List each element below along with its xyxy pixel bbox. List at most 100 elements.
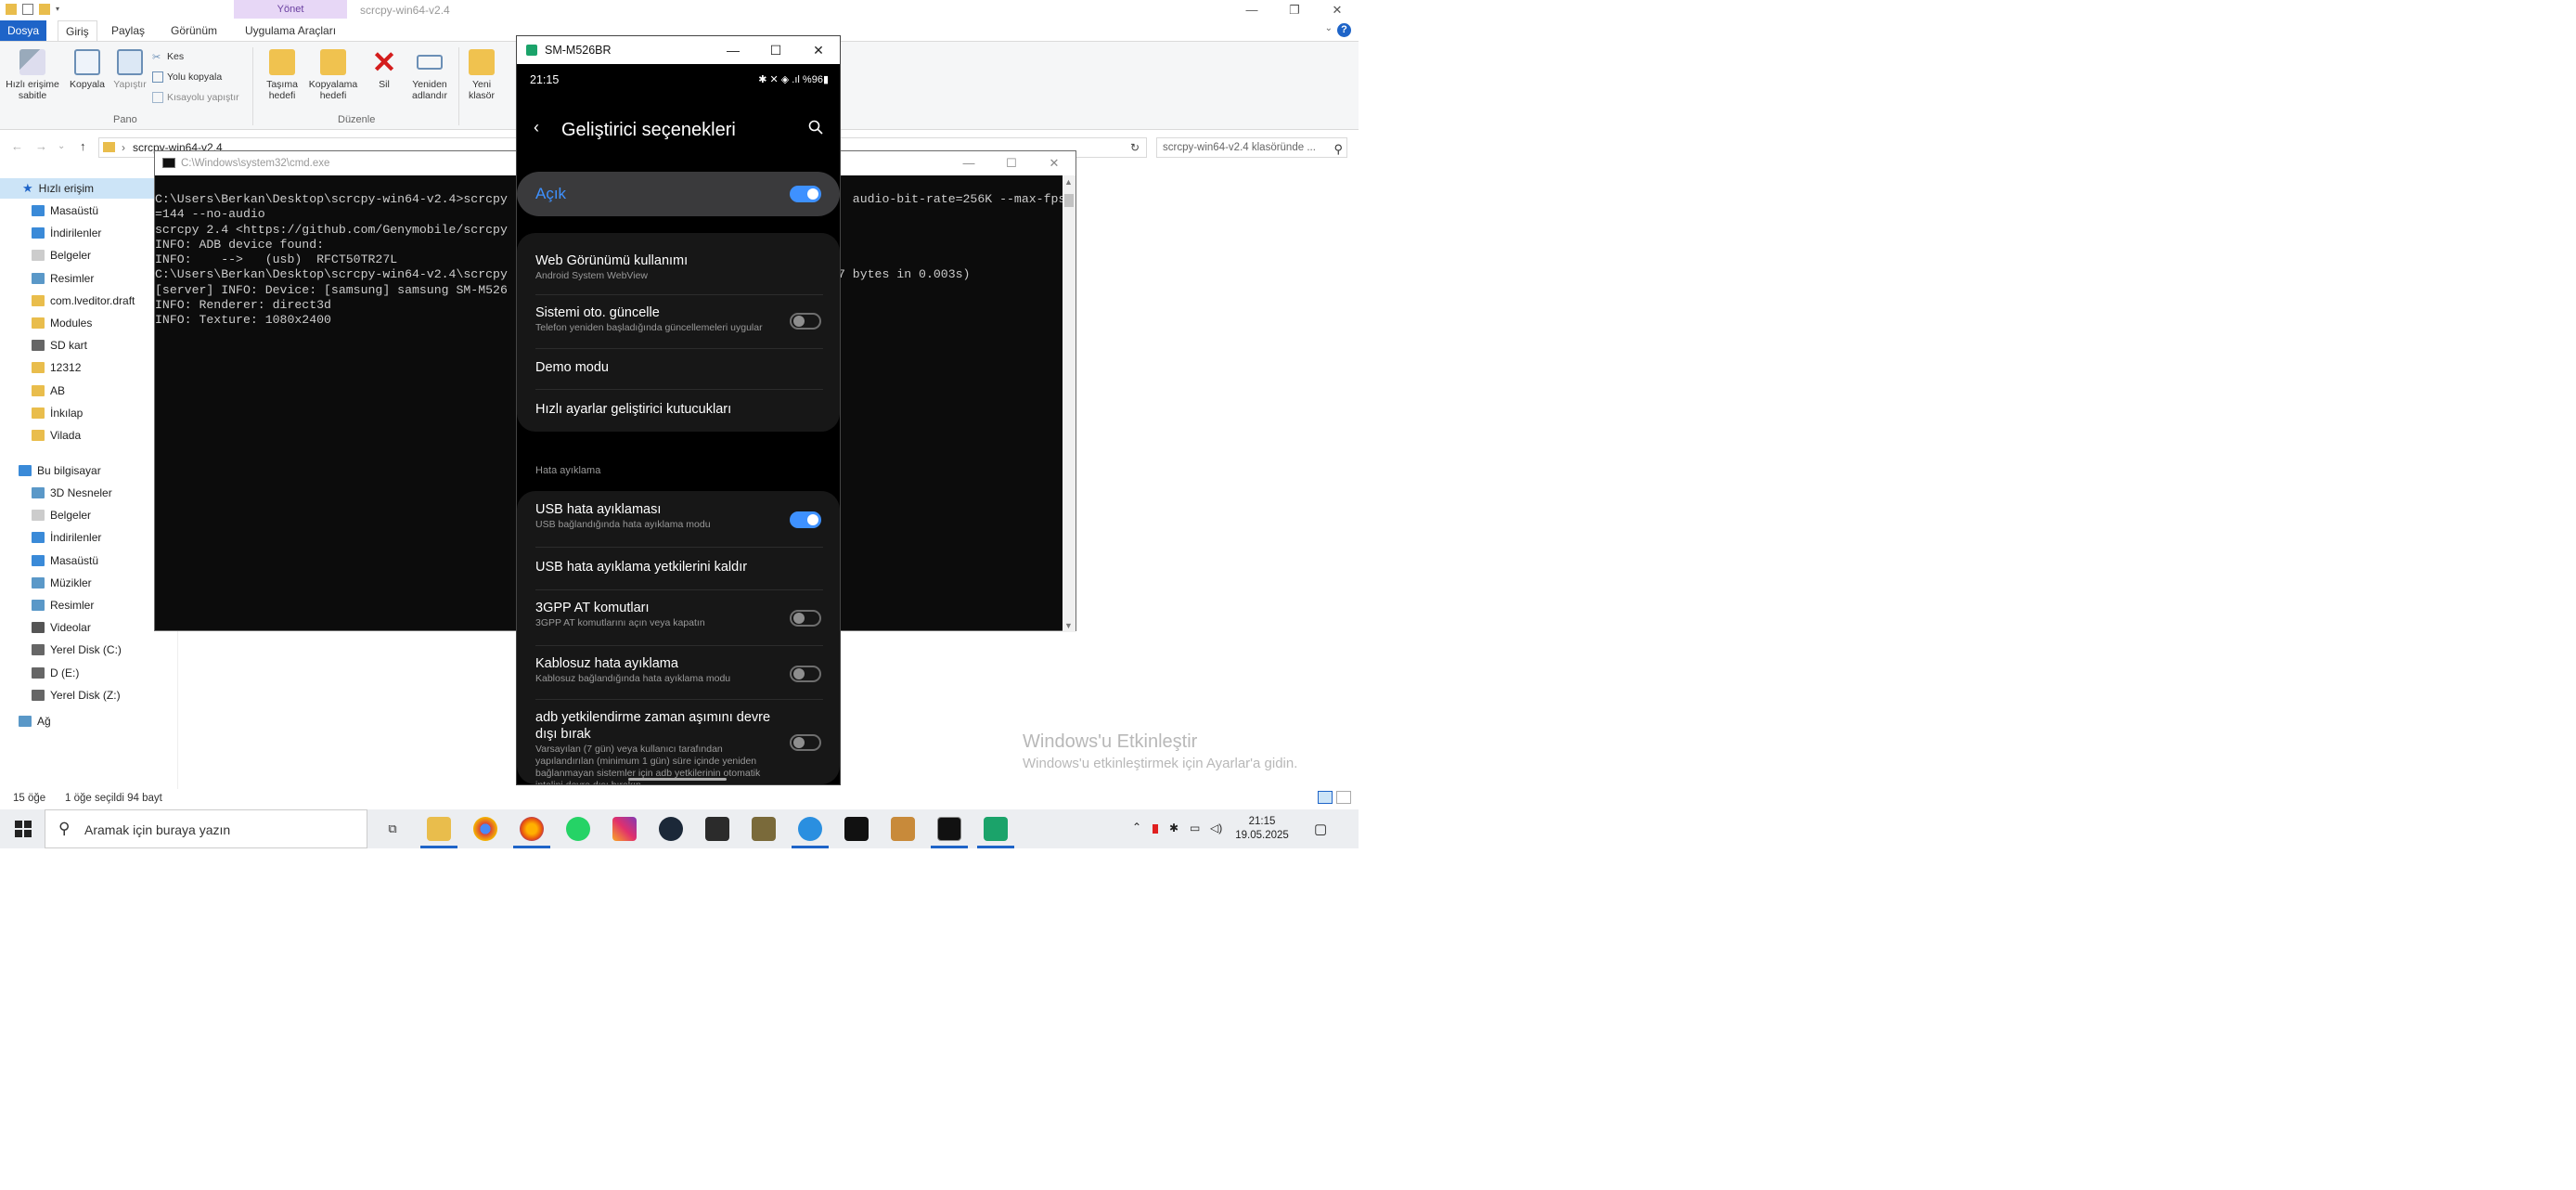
- copy-button[interactable]: Kopyala: [65, 49, 109, 90]
- copy-path-button[interactable]: Yolu kopyala: [152, 71, 222, 83]
- toggle-switch[interactable]: [790, 313, 821, 330]
- settings-row[interactable]: Kablosuz hata ayıklama Kablosuz bağlandığ…: [517, 645, 840, 699]
- settings-row[interactable]: Web Görünümü kullanımı Android System Web…: [517, 242, 840, 294]
- network-icon[interactable]: ▭: [1190, 821, 1200, 834]
- app-icon[interactable]: [798, 817, 822, 841]
- rename-button[interactable]: Yeniden adlandır: [405, 49, 455, 101]
- nav-quick-item[interactable]: Vilada: [32, 425, 81, 446]
- terminal-icon[interactable]: [937, 817, 961, 841]
- up-arrow-icon[interactable]: ↑: [80, 139, 86, 153]
- gesture-bar[interactable]: [628, 778, 727, 781]
- nav-quick-item[interactable]: com.lveditor.draft: [32, 291, 135, 311]
- chevron-down-icon[interactable]: ⌄: [1325, 23, 1333, 33]
- tab-share[interactable]: Paylaş: [104, 20, 152, 41]
- firefox-icon[interactable]: [520, 817, 544, 841]
- minimize-button[interactable]: —: [947, 151, 990, 175]
- notification-icon[interactable]: ▢: [1314, 821, 1327, 837]
- nav-this-pc[interactable]: Bu bilgisayar: [19, 460, 101, 481]
- nav-quick-item[interactable]: SD kart: [32, 335, 87, 356]
- settings-row[interactable]: Hızlı ayarlar geliştirici kutucukları: [517, 389, 840, 432]
- file-explorer-icon[interactable]: [427, 817, 451, 841]
- nav-quick-item[interactable]: Belgeler: [32, 245, 91, 265]
- nav-pc-item[interactable]: Müzikler: [32, 573, 92, 593]
- windows-start-icon[interactable]: [15, 821, 32, 837]
- cut-button[interactable]: ✂ Kes: [152, 51, 184, 63]
- new-folder-icon[interactable]: [39, 4, 50, 15]
- paste-button[interactable]: Yapıştır: [109, 49, 150, 90]
- game-launcher-icon[interactable]: [705, 817, 729, 841]
- nav-pc-item[interactable]: Videolar: [32, 617, 91, 638]
- scrcpy-window[interactable]: SM-M526BR — ☐ ✕ 21:15 ✱ ✕ ◈ .ıl %96▮ ‹ G…: [516, 35, 841, 785]
- volume-icon[interactable]: ◁): [1210, 821, 1222, 834]
- delete-button[interactable]: ✕ Sil: [364, 47, 405, 90]
- copy-to-button[interactable]: Kopyalama hedefi: [306, 49, 360, 101]
- nav-pc-item[interactable]: 3D Nesneler: [32, 483, 112, 503]
- photo-app-icon[interactable]: [891, 817, 915, 841]
- taskbar-search-input[interactable]: ⚲ Aramak için buraya yazın: [45, 809, 367, 848]
- scroll-up-icon[interactable]: ▲: [1064, 177, 1073, 187]
- tab-manage[interactable]: Yönet: [234, 0, 347, 19]
- search-input[interactable]: scrcpy-win64-v2.4 klasöründe ... ⚲: [1156, 137, 1347, 158]
- refresh-icon[interactable]: ↻: [1130, 141, 1140, 154]
- nav-pc-item[interactable]: Belgeler: [32, 505, 91, 525]
- whatsapp-icon[interactable]: [566, 817, 590, 841]
- properties-icon[interactable]: [22, 4, 33, 15]
- help-icon[interactable]: ?: [1337, 23, 1351, 37]
- nav-pc-item[interactable]: Yerel Disk (Z:): [32, 685, 121, 705]
- nav-quick-item[interactable]: Masaüstü: [32, 200, 98, 221]
- developer-options-master-switch[interactable]: Açık: [517, 172, 840, 216]
- new-folder-button[interactable]: Yeni klasör: [462, 49, 501, 101]
- back-arrow-icon[interactable]: ←: [11, 139, 23, 153]
- maximize-button[interactable]: ☐: [990, 151, 1033, 175]
- minimize-button[interactable]: —: [712, 36, 754, 64]
- paste-shortcut-button[interactable]: Kısayolu yapıştır: [152, 92, 239, 103]
- tab-file[interactable]: Dosya: [0, 20, 47, 41]
- nav-quick-item[interactable]: AB: [32, 381, 65, 401]
- nav-quick-item[interactable]: Resimler: [32, 268, 94, 289]
- settings-row[interactable]: USB hata ayıklaması USB bağlandığında hat…: [517, 491, 840, 547]
- toggle-switch[interactable]: [790, 511, 821, 528]
- close-button[interactable]: ✕: [797, 36, 840, 64]
- move-to-button[interactable]: Taşıma hedefi: [258, 49, 306, 101]
- pin-quick-access-button[interactable]: Hızlı erişime sabitle: [6, 49, 59, 101]
- nav-quick-item[interactable]: İnkılap: [32, 403, 83, 423]
- settings-row[interactable]: adb yetkilendirme zaman aşımını devre dış…: [517, 699, 840, 784]
- toggle-switch[interactable]: [790, 734, 821, 751]
- toggle-switch[interactable]: [790, 610, 821, 627]
- nav-pc-item[interactable]: Yerel Disk (C:): [32, 640, 122, 660]
- instagram-icon[interactable]: [612, 817, 637, 841]
- minimize-button[interactable]: —: [1230, 0, 1273, 20]
- bluetooth-icon[interactable]: ✱: [1169, 821, 1179, 834]
- forward-arrow-icon[interactable]: →: [35, 139, 47, 153]
- close-button[interactable]: ✕: [1033, 151, 1075, 175]
- tab-view[interactable]: Görünüm: [163, 20, 225, 41]
- scroll-thumb[interactable]: [1064, 194, 1074, 207]
- scrollbar[interactable]: ▲ ▼: [1063, 175, 1075, 632]
- steam-icon[interactable]: [659, 817, 683, 841]
- scroll-down-icon[interactable]: ▼: [1064, 621, 1073, 630]
- tab-home[interactable]: Giriş: [58, 20, 97, 41]
- search-icon[interactable]: [808, 120, 823, 135]
- record-icon[interactable]: [1153, 824, 1158, 834]
- settings-row[interactable]: USB hata ayıklama yetkilerini kaldır: [517, 547, 840, 589]
- close-button[interactable]: ✕: [1316, 0, 1359, 20]
- nav-quick-item[interactable]: İndirilenler: [32, 223, 101, 243]
- nav-quick-item[interactable]: Modules: [32, 313, 92, 333]
- nav-pc-item[interactable]: İndirilenler: [32, 527, 101, 548]
- capcut-icon[interactable]: [844, 817, 869, 841]
- chrome-icon[interactable]: [473, 817, 497, 841]
- scrcpy-icon[interactable]: [984, 817, 1008, 841]
- settings-row[interactable]: 3GPP AT komutları 3GPP AT komutlarını açı…: [517, 589, 840, 645]
- nav-quick-item[interactable]: 12312: [32, 357, 81, 378]
- chevron-up-icon[interactable]: ⌃: [1132, 821, 1141, 834]
- toggle-switch[interactable]: [790, 666, 821, 682]
- details-view-icon[interactable]: [1318, 791, 1333, 804]
- back-arrow-icon[interactable]: ‹: [534, 118, 539, 137]
- game-icon[interactable]: [752, 817, 776, 841]
- task-view-icon[interactable]: ⧉: [380, 817, 405, 841]
- nav-pc-item[interactable]: Resimler: [32, 595, 94, 615]
- restore-button[interactable]: ❐: [1273, 0, 1316, 20]
- tab-app-tools[interactable]: Uygulama Araçları: [238, 20, 343, 41]
- clock[interactable]: 21:15 19.05.2025: [1232, 815, 1292, 843]
- master-toggle[interactable]: [790, 186, 821, 202]
